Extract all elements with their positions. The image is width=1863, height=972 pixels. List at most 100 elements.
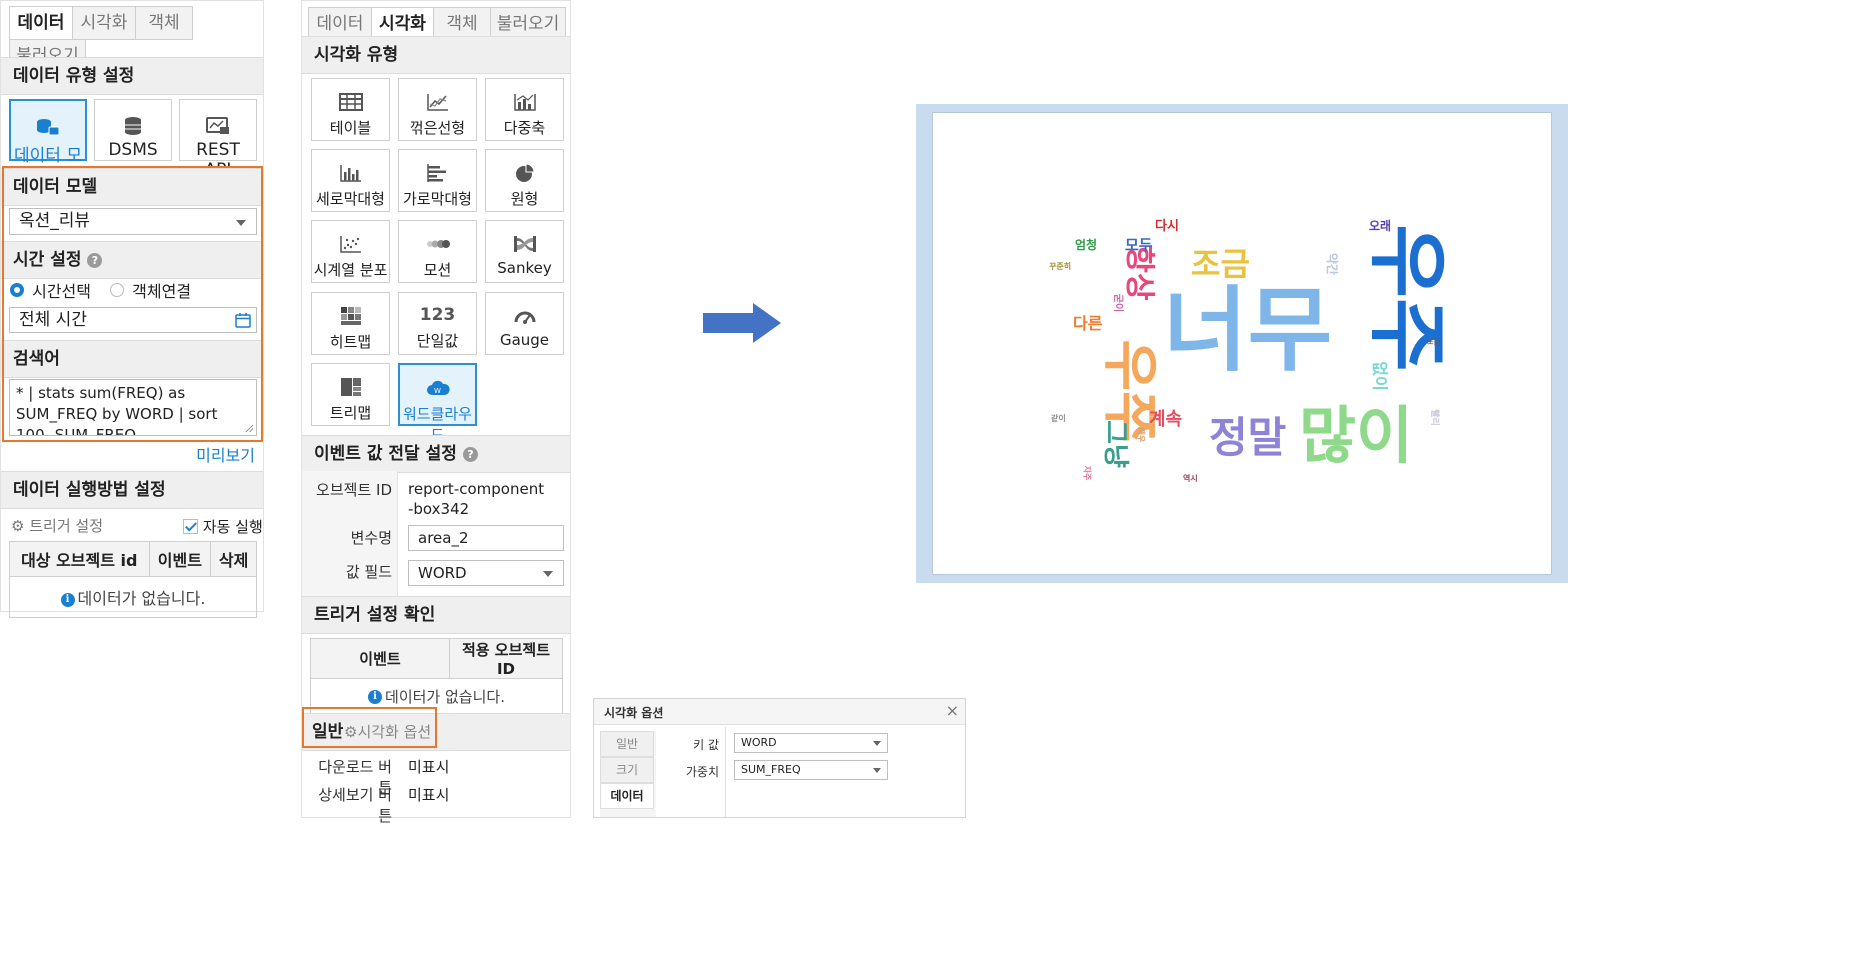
word[interactable]: 꾸준히 [1049, 263, 1071, 271]
viz-motion-button[interactable]: 모션 [398, 220, 477, 283]
trigger-check-header: 트리거 설정 확인 [302, 596, 570, 634]
key-value-label: 키 값 [693, 738, 719, 752]
word[interactable]: 같이 [1051, 415, 1066, 423]
source-label: DSMS [108, 140, 158, 160]
column-header: 이벤트 [310, 638, 450, 679]
scatter-icon [339, 236, 361, 253]
event-title: 이벤트 값 전달 설정 [314, 444, 457, 464]
viz-heatmap-button[interactable]: 히트맵 [311, 292, 390, 355]
word[interactable]: 빨리 [1429, 409, 1439, 426]
treemap-icon [340, 378, 361, 396]
trigger-table: 대상 오브젝트 id 이벤트 삭제 i 데이터가 없습니다. [9, 541, 257, 618]
key-value-value: WORD [741, 736, 777, 749]
viz-label: 시계열 분포 [313, 261, 388, 279]
viz-bar-button[interactable]: 가로막대형 [398, 149, 477, 212]
wordcloud-canvas: 너무 우주 많이 우쭈 정말 조금 항상 그냥 계속 다른 모두 엄청 다시 오… [932, 112, 1552, 575]
word[interactable]: 너무 [1163, 285, 1332, 377]
viz-wordcloud-button[interactable]: W 워드클라우드 [398, 363, 477, 444]
tab-object[interactable]: 객체 [135, 6, 193, 40]
wordcloud-frame: 너무 우주 많이 우쭈 정말 조금 항상 그냥 계속 다른 모두 엄청 다시 오… [916, 104, 1568, 583]
word[interactable]: 다시 [1155, 220, 1179, 233]
dialog-divider [725, 727, 726, 817]
info-icon: i [368, 690, 383, 704]
viz-label: Sankey [497, 259, 552, 277]
preview-link[interactable]: 미리보기 [181, 442, 255, 466]
column-header: 대상 오브젝트 id [9, 541, 150, 577]
tab-data[interactable]: 데이터 [9, 6, 73, 40]
viz-options-dialog: 시각화 옵션 × 일반 크기 데이터 키 값 WORD 가중치 SUM_FREQ [593, 698, 966, 818]
word[interactable]: 또는 [1427, 339, 1440, 346]
var-name-label: 변수명 [350, 529, 392, 547]
word[interactable]: 굳이 [1112, 294, 1123, 312]
help-icon[interactable]: ? [462, 446, 478, 462]
viz-scatter-button[interactable]: 시계열 분포 [311, 220, 390, 283]
viz-single-value-button[interactable]: 123 단일값 [398, 292, 477, 355]
empty-message: 데이터가 없습니다. [385, 687, 505, 706]
word[interactable]: 모두 [1125, 238, 1153, 253]
trigger-setting-label: 트리거 설정 [29, 517, 104, 535]
exec-method-header: 데이터 실행방법 설정 [1, 471, 263, 509]
dialog-title: 시각화 옵션 [604, 706, 664, 720]
info-icon: i [60, 592, 75, 607]
table-icon [338, 93, 363, 111]
word[interactable]: 약간 [1325, 253, 1339, 275]
viz-label: 히트맵 [329, 333, 372, 351]
source-dsms-button[interactable]: DSMS [94, 99, 172, 161]
highlight-query-box [2, 166, 263, 442]
viz-label: 단일값 [416, 332, 459, 350]
viz-label: 꺾은선형 [409, 119, 466, 137]
var-name-input[interactable]: area_2 [408, 525, 564, 551]
trigger-check-table: 이벤트 적용 오브젝트 ID i 데이터가 없습니다. [310, 638, 563, 714]
viz-label: 원형 [510, 190, 539, 208]
source-rest-api-button[interactable]: REST API [179, 99, 257, 180]
auto-run-toggle[interactable]: 자동 실행 [183, 516, 263, 537]
viz-label: 다중축 [503, 119, 546, 137]
word[interactable]: 그냥 [1100, 420, 1130, 468]
word[interactable]: 조금 [1191, 248, 1250, 280]
word[interactable]: 우주 [1361, 224, 1454, 371]
viz-column-button[interactable]: 세로막대형 [311, 149, 390, 212]
auto-run-label: 자동 실행 [202, 518, 263, 536]
database-icon [125, 117, 141, 135]
word[interactable]: 자주 [1082, 466, 1091, 481]
heatmap-icon [340, 307, 361, 325]
word[interactable]: 다른 [1073, 316, 1102, 332]
key-value-select[interactable]: WORD [734, 733, 888, 753]
auto-run-checkbox[interactable] [183, 519, 198, 534]
viz-gauge-button[interactable]: Gauge [485, 292, 564, 355]
line-chart-icon [426, 94, 448, 111]
word[interactable]: 계속 [1149, 411, 1182, 429]
viz-table-button[interactable]: 테이블 [311, 78, 390, 141]
dialog-tab-general[interactable]: 일반 [600, 731, 654, 757]
value-field-select[interactable]: WORD [408, 560, 564, 586]
viz-label: 가로막대형 [402, 190, 472, 208]
close-icon[interactable]: × [946, 701, 959, 720]
word[interactable]: 엄청 [1075, 239, 1097, 251]
value-field-value: WORD [418, 564, 467, 582]
word[interactable]: 매우 [1136, 428, 1145, 443]
column-header: 적용 오브젝트 ID [449, 638, 563, 679]
trigger-setting-button[interactable]: ⚙ 트리거 설정 [11, 515, 103, 536]
weight-select[interactable]: SUM_FREQ [734, 760, 888, 780]
word[interactable]: 많이 [1299, 405, 1413, 467]
word[interactable]: 오래 [1369, 220, 1391, 232]
viz-line-button[interactable]: 꺾은선형 [398, 78, 477, 141]
empty-row: i 데이터가 없습니다. [9, 576, 257, 618]
viz-sankey-button[interactable]: Sankey [485, 220, 564, 283]
word[interactable]: 역시 [1183, 475, 1198, 483]
empty-message: 데이터가 없습니다. [77, 589, 206, 608]
dialog-tab-data[interactable]: 데이터 [600, 783, 654, 809]
weight-label: 가중치 [685, 765, 719, 779]
tab-visualization[interactable]: 시각화 [72, 6, 136, 40]
multi-axis-icon [513, 94, 536, 111]
dialog-tab-size[interactable]: 크기 [600, 757, 654, 783]
viz-pie-button[interactable]: 원형 [485, 149, 564, 212]
viz-treemap-button[interactable]: 트리맵 [311, 363, 390, 426]
source-data-model-button[interactable]: 데이터 모델 [9, 99, 87, 191]
word[interactable]: 정말 [1209, 417, 1286, 459]
object-id-value: report-component-box342 [408, 480, 545, 518]
word[interactable]: 없이 [1371, 361, 1390, 390]
viz-label: Gauge [499, 331, 550, 349]
viz-multi-axis-button[interactable]: 다중축 [485, 78, 564, 141]
chevron-down-icon [873, 768, 881, 773]
